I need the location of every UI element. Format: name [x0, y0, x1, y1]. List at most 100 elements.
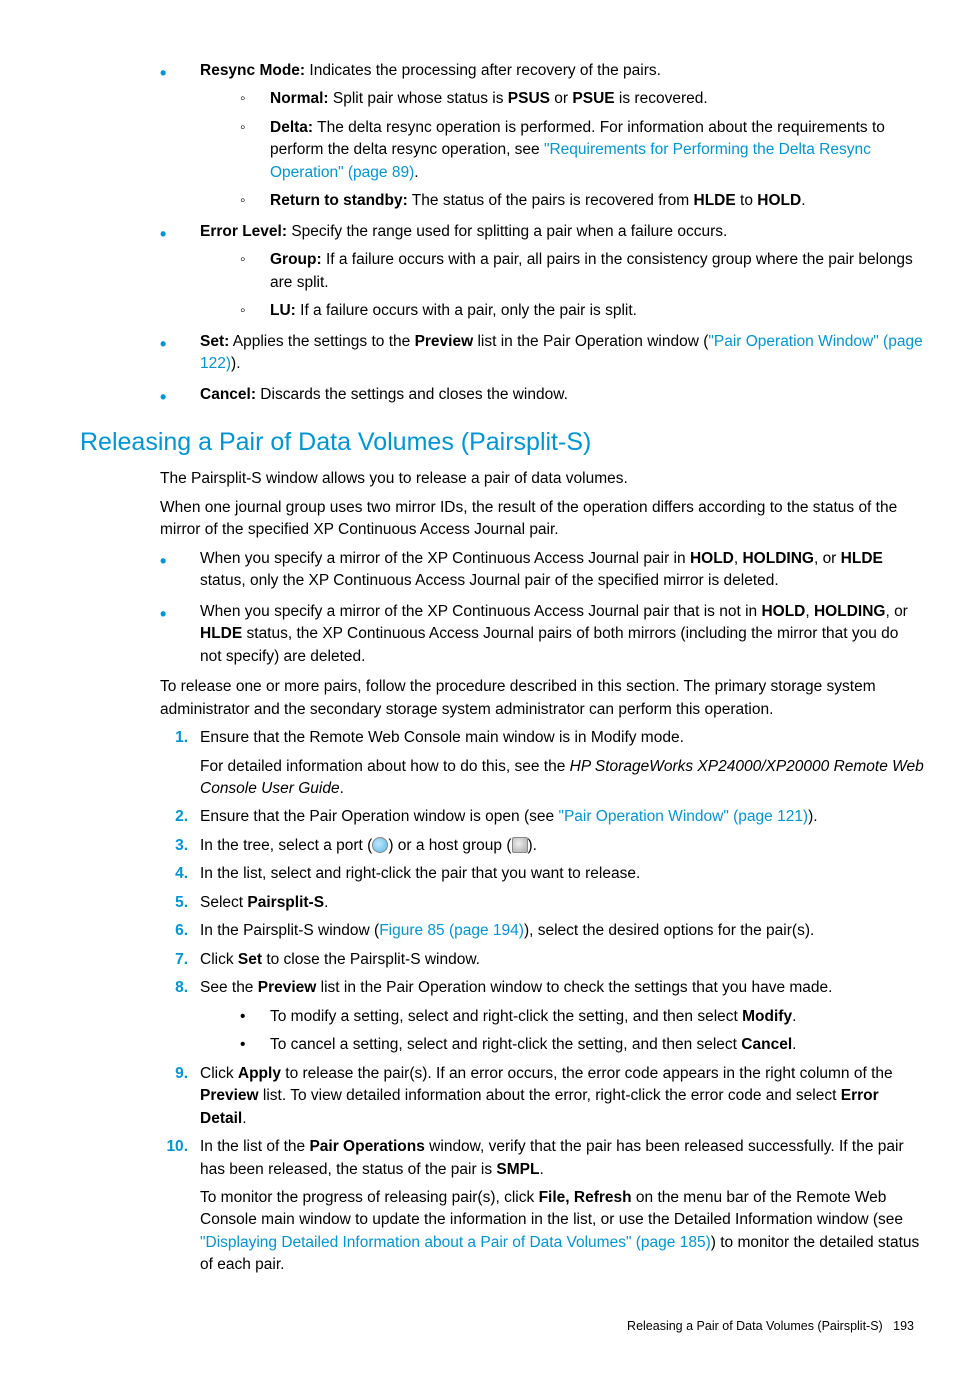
b: Preview	[258, 979, 317, 996]
sub-delta: Delta: The delta resync operation is per…	[240, 117, 924, 184]
section-p3: To release one or more pairs, follow the…	[160, 676, 924, 721]
t: is recovered.	[615, 90, 708, 107]
bullet-not-hold-deleted: When you specify a mirror of the XP Cont…	[160, 601, 924, 668]
section-bullets: When you specify a mirror of the XP Cont…	[80, 548, 924, 668]
t: .	[792, 1036, 796, 1053]
resync-sub-list: Normal: Split pair whose status is PSUS …	[200, 88, 924, 212]
item-cancel: Cancel: Discards the settings and closes…	[160, 384, 924, 406]
t: , or	[885, 603, 907, 620]
step-4: In the list, select and right-click the …	[160, 863, 924, 885]
t: list in the Pair Operation window to che…	[316, 979, 832, 996]
sub-lu: LU: If a failure occurs with a pair, onl…	[240, 300, 924, 322]
b: PSUS	[508, 90, 550, 107]
t: See the	[200, 979, 258, 996]
link-figure-85[interactable]: Figure 85 (page 194)	[379, 922, 524, 939]
b: HOLD	[757, 192, 801, 209]
step-9: Click Apply to release the pair(s). If a…	[160, 1063, 924, 1130]
t: In the list of the	[200, 1138, 309, 1155]
page-footer: Releasing a Pair of Data Volumes (Pairsp…	[80, 1317, 924, 1335]
b: File, Refresh	[539, 1189, 632, 1206]
item-error-level: Error Level: Specify the range used for …	[160, 221, 924, 323]
page-content: Resync Mode: Indicates the processing af…	[80, 60, 924, 1335]
t: When you specify a mirror of the XP Cont…	[200, 603, 761, 620]
link-detailed-info[interactable]: "Displaying Detailed Information about a…	[200, 1234, 711, 1251]
sub-modify: To modify a setting, select and right-cl…	[240, 1006, 924, 1028]
b: HOLDING	[814, 603, 885, 620]
step-2: Ensure that the Pair Operation window is…	[160, 806, 924, 828]
sub-cancel: To cancel a setting, select and right-cl…	[240, 1034, 924, 1056]
t: Ensure that the Pair Operation window is…	[200, 808, 558, 825]
t: For detailed information about how to do…	[200, 758, 570, 775]
t: Select	[200, 894, 247, 911]
t: Discards the settings and closes the win…	[256, 386, 568, 403]
t: ), select the desired options for the pa…	[524, 922, 814, 939]
link-pair-op-121[interactable]: "Pair Operation Window" (page 121)	[558, 808, 808, 825]
b: Cancel	[741, 1036, 792, 1053]
t: to release the pair(s). If an error occu…	[281, 1065, 893, 1082]
b: HLDE	[694, 192, 736, 209]
step-10: In the list of the Pair Operations windo…	[160, 1136, 924, 1277]
t: To cancel a setting, select and right-cl…	[270, 1036, 741, 1053]
label: Resync Mode:	[200, 62, 305, 79]
item-resync-mode: Resync Mode: Indicates the processing af…	[160, 60, 924, 213]
t: To monitor the progress of releasing pai…	[200, 1189, 539, 1206]
label: Set:	[200, 333, 229, 350]
t: status, only the XP Continuous Access Jo…	[200, 572, 779, 589]
label: Error Level:	[200, 223, 287, 240]
b: HOLD	[690, 550, 734, 567]
t: .	[792, 1008, 796, 1025]
section-p2: When one journal group uses two mirror I…	[160, 497, 924, 542]
t: In the Pairsplit-S window (	[200, 922, 379, 939]
step-7: Click Set to close the Pairsplit-S windo…	[160, 949, 924, 971]
label: Cancel:	[200, 386, 256, 403]
label: Group:	[270, 251, 322, 268]
t: .	[539, 1161, 543, 1178]
b: Pairsplit-S	[247, 894, 324, 911]
footer-page: 193	[893, 1319, 914, 1333]
t: If a failure occurs with a pair, all pai…	[270, 251, 913, 290]
section-p1: The Pairsplit-S window allows you to rel…	[160, 468, 924, 490]
t: Split pair whose status is	[329, 90, 508, 107]
t: .	[242, 1110, 246, 1127]
t: list. To view detailed information about…	[259, 1087, 841, 1104]
text: Specify the range used for splitting a p…	[287, 223, 727, 240]
b: HOLD	[761, 603, 805, 620]
t: status, the XP Continuous Access Journal…	[200, 625, 898, 664]
t: ).	[528, 837, 537, 854]
t: ).	[231, 355, 240, 372]
t: .	[324, 894, 328, 911]
b: SMPL	[496, 1161, 539, 1178]
b: HLDE	[200, 625, 242, 642]
step-3: In the tree, select a port () or a host …	[160, 835, 924, 857]
t: list in the Pair Operation window (	[473, 333, 708, 350]
step-10-note: To monitor the progress of releasing pai…	[200, 1187, 924, 1277]
b: PSUE	[572, 90, 614, 107]
port-icon	[372, 837, 388, 853]
b: HLDE	[841, 550, 883, 567]
b: Set	[238, 951, 262, 968]
t: or	[550, 90, 572, 107]
t: to close the Pairsplit-S window.	[262, 951, 480, 968]
t: ).	[808, 808, 817, 825]
b: Modify	[742, 1008, 792, 1025]
t: If a failure occurs with a pair, only th…	[296, 302, 637, 319]
label: Delta:	[270, 119, 313, 136]
step-1: Ensure that the Remote Web Console main …	[160, 727, 924, 800]
t: .	[801, 192, 805, 209]
bullet-hold-deleted: When you specify a mirror of the XP Cont…	[160, 548, 924, 593]
footer-title: Releasing a Pair of Data Volumes (Pairsp…	[627, 1319, 883, 1333]
t: , or	[814, 550, 841, 567]
t: When you specify a mirror of the XP Cont…	[200, 550, 690, 567]
error-sub-list: Group: If a failure occurs with a pair, …	[200, 249, 924, 322]
step-5: Select Pairsplit-S.	[160, 892, 924, 914]
procedure-steps: Ensure that the Remote Web Console main …	[80, 727, 924, 1277]
t: Click	[200, 1065, 238, 1082]
t: In the tree, select a port (	[200, 837, 372, 854]
t: ,	[805, 603, 814, 620]
b: Preview	[415, 333, 474, 350]
sub-normal: Normal: Split pair whose status is PSUS …	[240, 88, 924, 110]
label: Normal:	[270, 90, 329, 107]
step-6: In the Pairsplit-S window (Figure 85 (pa…	[160, 920, 924, 942]
text: Indicates the processing after recovery …	[305, 62, 661, 79]
t: Click	[200, 951, 238, 968]
